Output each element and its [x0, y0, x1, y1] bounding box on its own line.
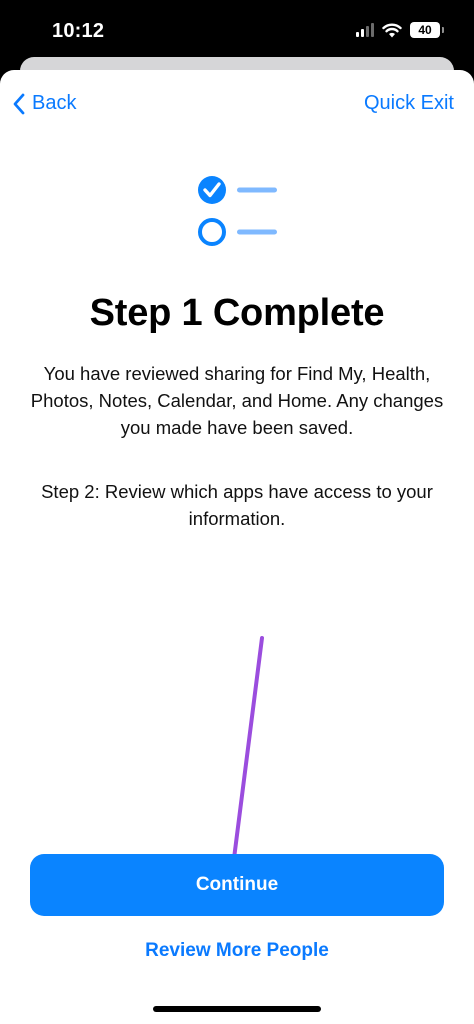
page-title: Step 1 Complete	[89, 292, 385, 334]
continue-label: Continue	[195, 874, 279, 895]
home-indicator	[153, 1006, 321, 1012]
review-more-people-button[interactable]: Review More People	[0, 940, 474, 962]
wifi-icon	[382, 23, 402, 37]
sheet: Back Quick Exit Step 1 Complete You have…	[0, 70, 474, 1024]
status-bar: 10:12 40	[0, 0, 474, 60]
status-icons: 40	[356, 22, 444, 38]
continue-button[interactable]: Continue	[30, 854, 444, 916]
back-label: Back	[32, 92, 77, 114]
chevron-left-icon	[13, 93, 25, 114]
description-text: You have reviewed sharing for Find My, H…	[30, 363, 444, 438]
signal-icon	[356, 23, 374, 37]
screen: 10:12 40 Back Quick Exit Step 1 Complete…	[0, 0, 474, 1024]
back-button[interactable]: Back	[12, 92, 76, 115]
step2-text: Step 2: Review which apps have access to…	[41, 481, 433, 529]
battery-icon: 40	[410, 22, 444, 38]
status-time: 10:12	[52, 20, 105, 42]
quick-exit-button[interactable]: Quick Exit	[364, 92, 454, 115]
battery-level: 40	[418, 23, 432, 37]
checklist-icon	[198, 176, 277, 246]
